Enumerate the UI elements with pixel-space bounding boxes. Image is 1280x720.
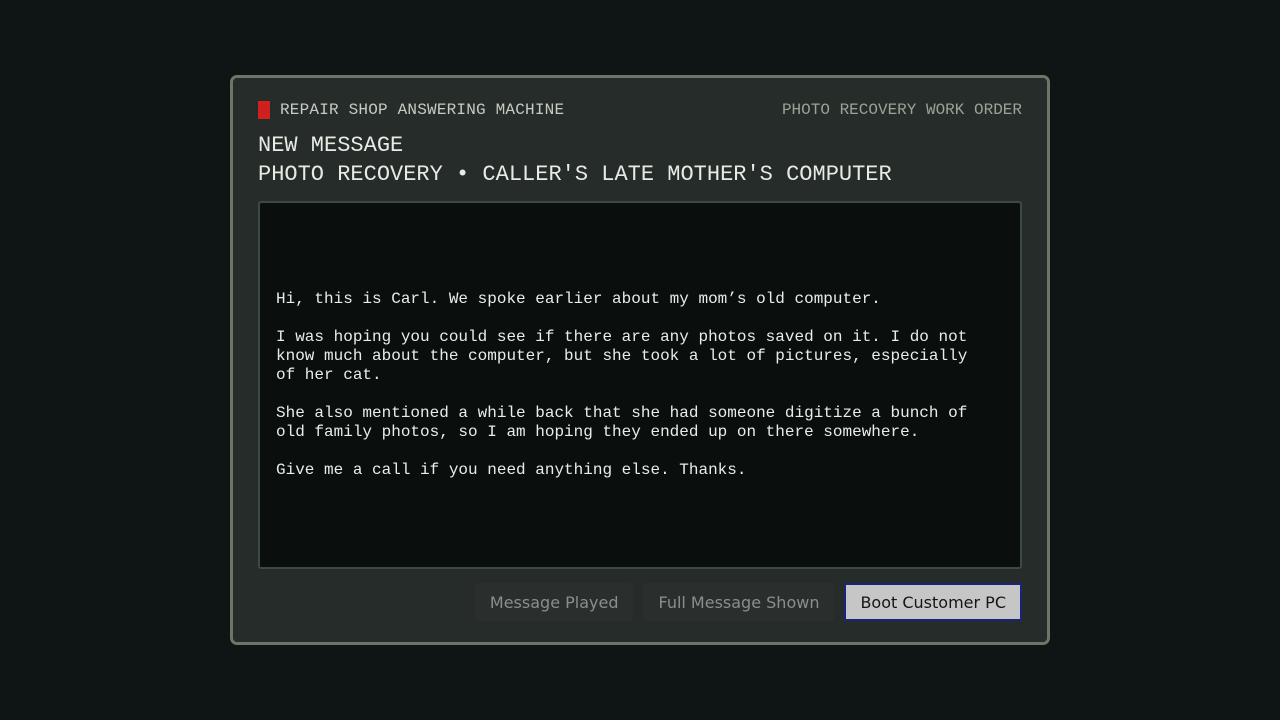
machine-title: REPAIR SHOP ANSWERING MACHINE	[280, 101, 565, 119]
message-paragraph: She also mentioned a while back that she…	[276, 404, 968, 441]
work-order-label: PHOTO RECOVERY WORK ORDER	[781, 101, 1022, 119]
message-subject-heading: PHOTO RECOVERY • CALLER'S LATE MOTHER'S …	[258, 162, 892, 187]
message-transcript: Hi, this is Carl. We spoke earlier about…	[276, 290, 974, 499]
message-paragraph: I was hoping you could see if there are …	[276, 328, 968, 384]
message-controls: Message Played Full Message Shown Boot C…	[474, 583, 1022, 621]
boot-customer-pc-button[interactable]: Boot Customer PC	[844, 583, 1022, 621]
message-paragraph: Give me a call if you need anything else…	[276, 461, 747, 479]
full-message-shown-button: Full Message Shown	[643, 583, 835, 621]
new-message-heading: NEW MESSAGE	[258, 133, 404, 158]
message-paragraph: Hi, this is Carl. We spoke earlier about…	[276, 290, 881, 308]
message-display: Hi, this is Carl. We spoke earlier about…	[258, 201, 1022, 569]
message-played-button: Message Played	[474, 583, 634, 621]
recording-indicator-icon	[258, 101, 270, 119]
answering-machine-panel: REPAIR SHOP ANSWERING MACHINE PHOTO RECO…	[230, 75, 1050, 645]
machine-header: REPAIR SHOP ANSWERING MACHINE PHOTO RECO…	[258, 98, 1022, 122]
